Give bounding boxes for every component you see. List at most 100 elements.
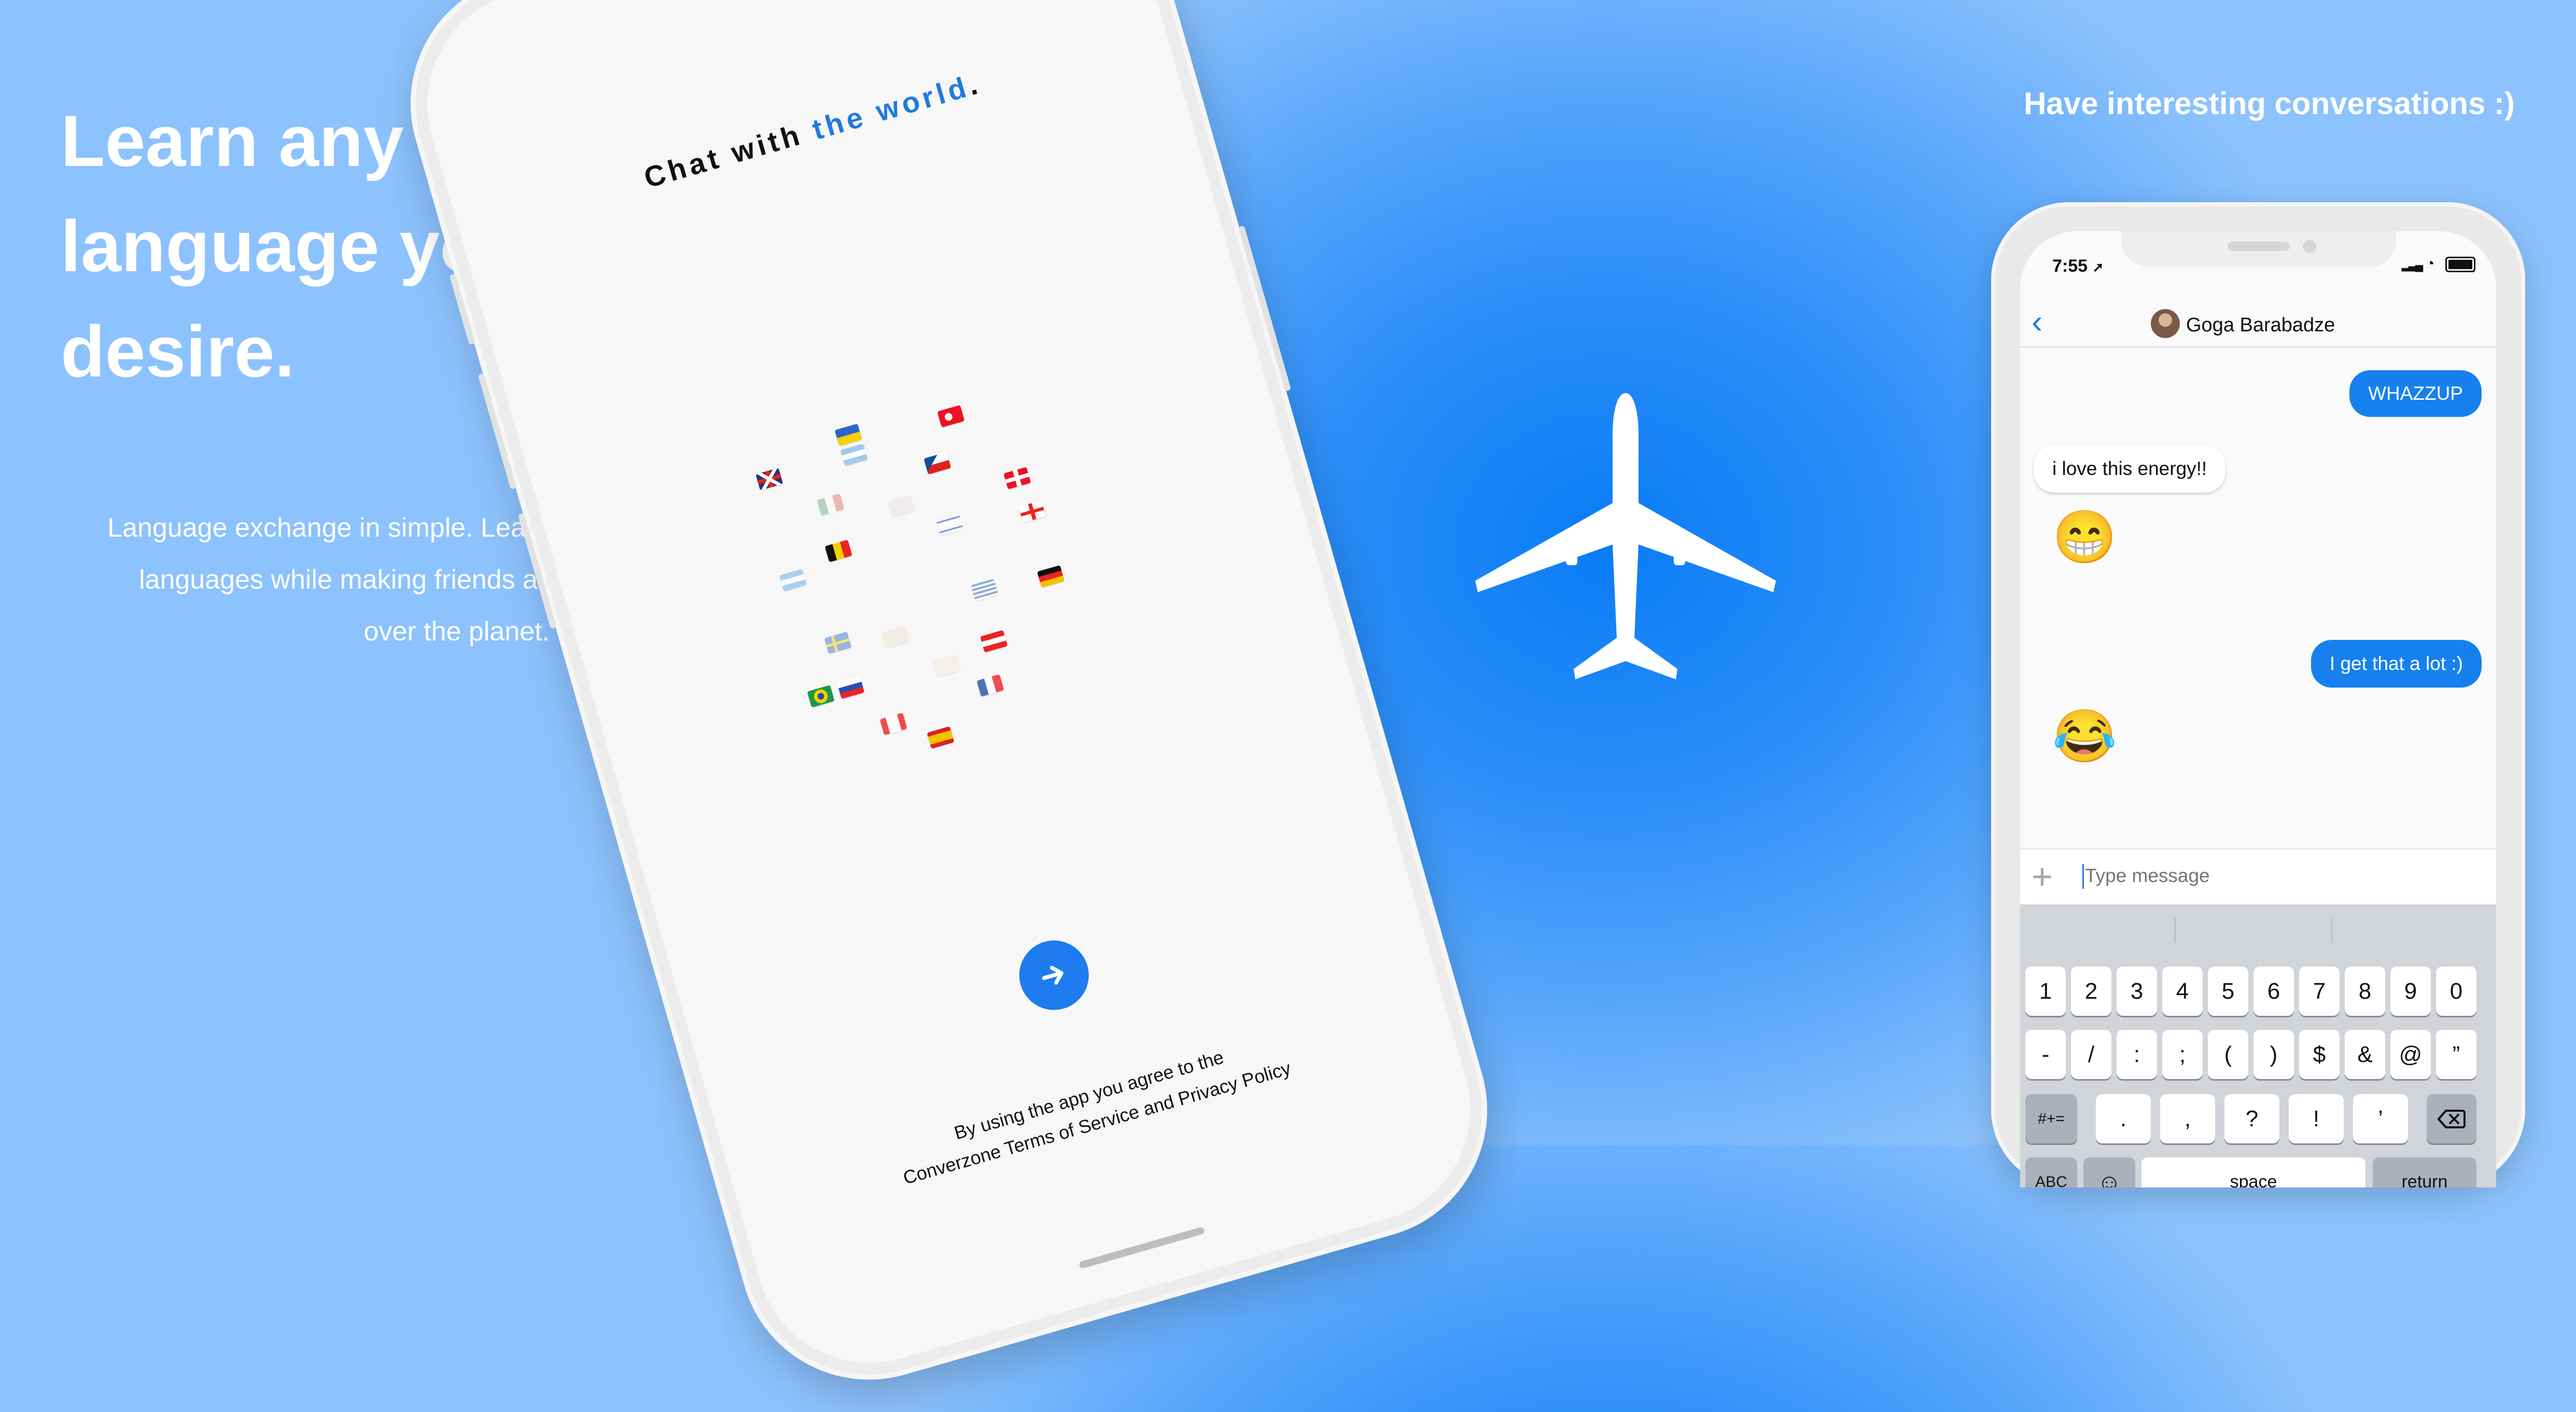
avatar[interactable]	[2151, 309, 2180, 338]
key-3[interactable]: 3	[2117, 967, 2157, 1016]
onboarding-phone: Chat with the world. By using the app yo…	[380, 0, 1518, 1410]
key-ampersand[interactable]: &	[2345, 1030, 2385, 1079]
key-open-paren[interactable]: (	[2208, 1030, 2248, 1079]
chat-phone: 7:55 ➚ ▂▃▄ ◔ ‹ Goga Barabadze WHAZZUP i …	[1991, 202, 2525, 1187]
flag-austria-icon	[980, 630, 1008, 653]
key-apostrophe[interactable]: ’	[2353, 1094, 2408, 1143]
flag-ukraine-icon	[834, 423, 862, 446]
message-input[interactable]	[2085, 865, 2479, 887]
message-emoji-incoming[interactable]: 😁	[2052, 511, 2117, 563]
key-0[interactable]: 0	[2436, 967, 2476, 1016]
key-9[interactable]: 9	[2390, 967, 2431, 1016]
key-return[interactable]: return	[2373, 1157, 2476, 1187]
key-symbols-toggle[interactable]: #+=	[2025, 1094, 2077, 1143]
key-exclamation[interactable]: !	[2289, 1094, 2344, 1143]
key-semicolon[interactable]: ;	[2162, 1030, 2203, 1079]
key-dollar[interactable]: $	[2299, 1030, 2340, 1079]
key-hyphen[interactable]: -	[2025, 1030, 2066, 1079]
description: Language exchange in simple. Learn langu…	[52, 502, 550, 658]
flag-brazil-icon	[807, 685, 835, 708]
notch-camera	[2303, 240, 2316, 253]
text-cursor	[2082, 864, 2084, 889]
message-emoji-incoming[interactable]: 😂	[2052, 710, 2117, 762]
key-6[interactable]: 6	[2253, 967, 2294, 1016]
key-period[interactable]: .	[2096, 1094, 2151, 1143]
flag-argentina-icon	[779, 569, 807, 592]
key-delete[interactable]	[2427, 1094, 2476, 1143]
description-line-1: Language exchange in simple. Learn	[107, 513, 550, 543]
flag-canada-icon	[879, 712, 907, 735]
terms-line-1: By using the app you agree to the	[951, 1046, 1226, 1144]
message-bubble-outgoing[interactable]: WHAZZUP	[2349, 370, 2482, 417]
flag-faded-3-icon	[933, 654, 961, 677]
description-line-3: over the planet.	[363, 617, 550, 647]
signal-icon: ▂▃▄	[2401, 258, 2423, 271]
flag-belgium-icon	[824, 539, 852, 563]
key-comma[interactable]: ,	[2160, 1094, 2215, 1143]
back-chevron-icon[interactable]: ‹	[2032, 305, 2042, 338]
flag-mexico-icon	[817, 493, 845, 516]
keyboard-suggestion-bar	[2020, 904, 2496, 956]
flag-turkey-icon	[937, 404, 965, 428]
home-indicator	[1079, 1226, 1206, 1269]
flag-israel-icon	[935, 513, 963, 536]
message-composer: +	[2020, 848, 2496, 905]
chat-header: ‹ Goga Barabadze	[2020, 304, 2496, 347]
message-bubble-incoming[interactable]: i love this energy!!	[2034, 445, 2226, 493]
flag-faded-1-icon	[887, 495, 915, 518]
flag-cluster	[750, 369, 1138, 763]
status-time: 7:55 ➚	[2052, 256, 2104, 276]
arrow-right-icon	[1042, 966, 1063, 985]
flag-germany-icon	[1037, 565, 1065, 588]
title-accent-text: the world	[808, 69, 973, 146]
terms-notice: By using the app you agree to the Conver…	[732, 980, 1454, 1238]
key-abc[interactable]: ABC	[2025, 1157, 2077, 1187]
delete-backspace-icon	[2438, 1109, 2466, 1128]
key-5[interactable]: 5	[2208, 967, 2248, 1016]
flag-czech-icon	[923, 452, 951, 475]
contact-name[interactable]: Goga Barabadze	[2186, 314, 2335, 337]
key-quote[interactable]: ”	[2436, 1030, 2476, 1079]
key-slash[interactable]: /	[2071, 1030, 2111, 1079]
flag-slovakia-icon	[837, 676, 865, 699]
flag-sweden-icon	[824, 631, 852, 654]
keyboard: 1 2 3 4 5 6 7 8 9 0 - / : ; ( ) $ & @ ” …	[2020, 904, 2496, 1187]
flag-argentina-top-icon	[840, 443, 868, 466]
phone-notch	[2121, 231, 2396, 267]
message-bubble-outgoing[interactable]: I get that a lot :)	[2311, 640, 2482, 688]
emoji-key-icon[interactable]: ☺	[2083, 1157, 2135, 1187]
onboarding-title: Chat with the world.	[455, 13, 1170, 248]
add-attachment-icon[interactable]: +	[2032, 856, 2053, 897]
chat-screen: 7:55 ➚ ▂▃▄ ◔ ‹ Goga Barabadze WHAZZUP i …	[2020, 231, 2496, 1187]
wifi-icon: ◔	[2425, 255, 2435, 272]
key-at[interactable]: @	[2390, 1030, 2431, 1079]
title-text: Chat with	[640, 114, 818, 194]
flag-france-icon	[976, 674, 1004, 697]
flag-uk-icon	[755, 468, 783, 491]
notch-speaker	[2228, 242, 2290, 251]
key-4[interactable]: 4	[2162, 967, 2203, 1016]
flag-georgia-icon	[1018, 500, 1046, 523]
status-time-text: 7:55	[2052, 256, 2088, 276]
key-8[interactable]: 8	[2345, 967, 2385, 1016]
key-colon[interactable]: :	[2117, 1030, 2157, 1079]
location-arrow-icon: ➚	[2092, 259, 2104, 275]
battery-icon	[2445, 257, 2475, 273]
suggestion-divider	[2175, 918, 2176, 943]
key-1[interactable]: 1	[2025, 967, 2066, 1016]
key-close-paren[interactable]: )	[2253, 1030, 2294, 1079]
key-2[interactable]: 2	[2071, 967, 2111, 1016]
flag-spain-icon	[927, 726, 955, 749]
key-7[interactable]: 7	[2299, 967, 2340, 1016]
terms-link[interactable]: Converzone Terms of Service and Privacy …	[740, 1008, 1454, 1238]
onboarding-screen: Chat with the world. By using the app yo…	[400, 0, 1497, 1390]
description-line-2: languages while making friends all	[138, 565, 550, 595]
key-question[interactable]: ?	[2224, 1094, 2279, 1143]
key-space[interactable]: space	[2141, 1157, 2365, 1187]
flag-switzerland-icon	[1003, 467, 1031, 490]
next-button[interactable]	[1011, 932, 1097, 1018]
airplane-icon	[1475, 393, 1776, 679]
suggestion-divider	[2331, 918, 2332, 943]
flag-greece-icon	[971, 579, 999, 602]
right-caption: Have interesting conversations :)	[2024, 86, 2515, 121]
